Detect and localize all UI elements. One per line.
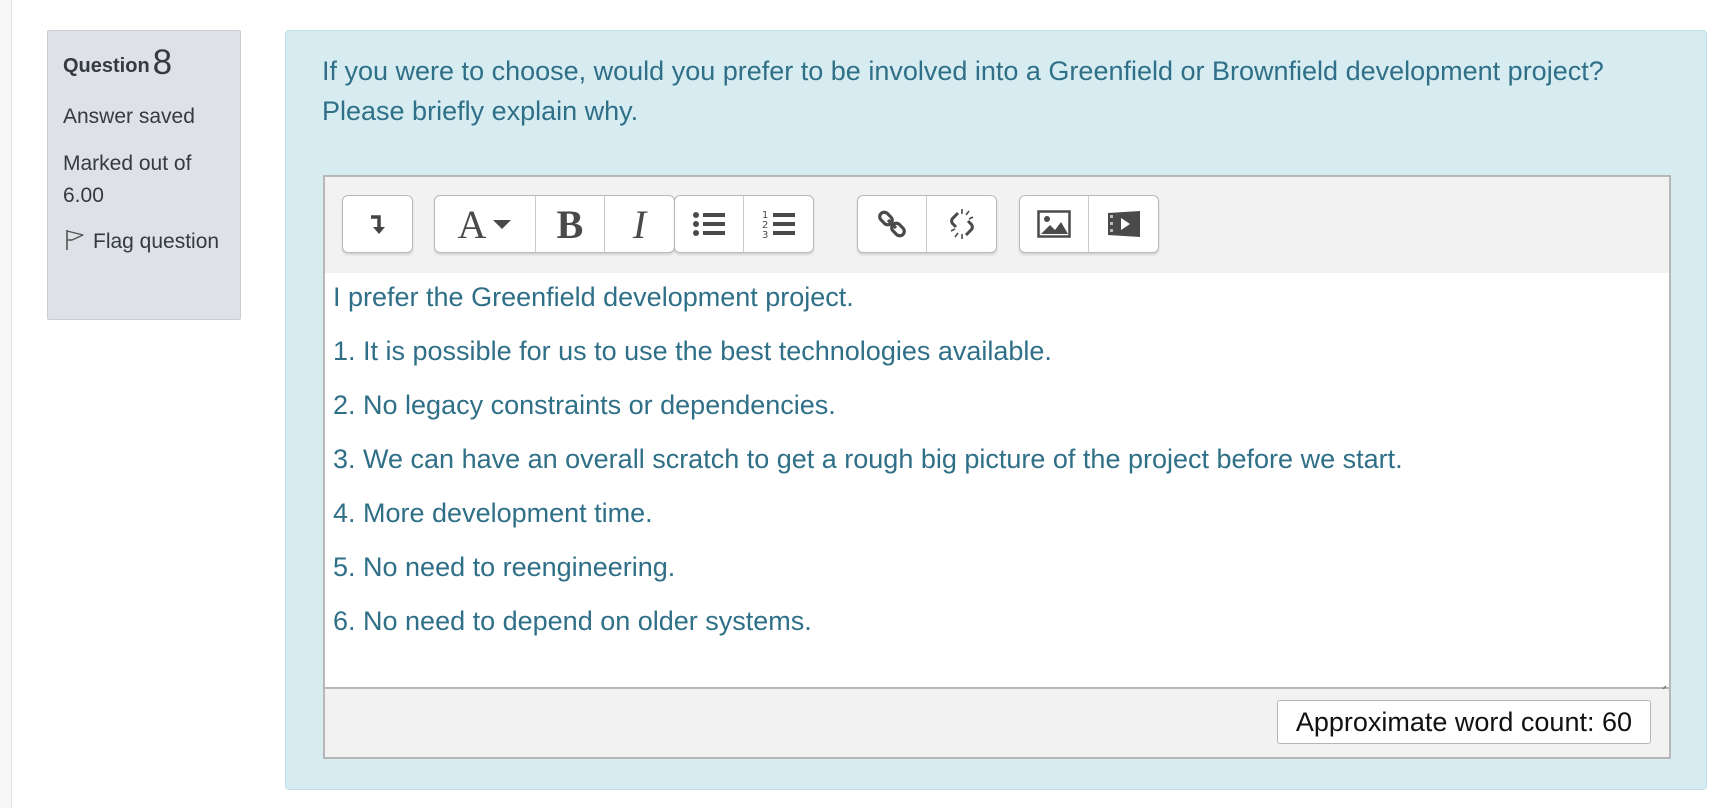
answer-editor: A B I 123 I prefer the Greenfield develo…: [323, 175, 1671, 759]
insert-media-button[interactable]: [1089, 196, 1158, 252]
left-rail: [0, 0, 12, 808]
link-button[interactable]: [858, 196, 927, 252]
answer-paragraph: 1. It is possible for us to use the best…: [333, 336, 1052, 366]
answer-paragraph: 2. No legacy constraints or dependencies…: [333, 390, 836, 420]
word-count: Approximate word count: 60: [1276, 700, 1651, 744]
collapse-icon: [367, 211, 389, 237]
media-icon: [1107, 210, 1141, 238]
font-style-dropdown-icon: A: [458, 201, 513, 248]
bold-button[interactable]: B: [536, 196, 605, 252]
unlink-button[interactable]: [927, 196, 996, 252]
unlink-icon: [945, 207, 979, 241]
editor-footer: Approximate word count: 60: [325, 689, 1669, 757]
ordered-list-icon: 123: [762, 209, 796, 239]
toolbar-group-style: A B I: [434, 195, 675, 253]
toolbar-group-links: [857, 195, 997, 253]
resize-handle-icon[interactable]: [1653, 671, 1667, 698]
answer-paragraph: 5. No need to reengineering.: [333, 552, 676, 582]
toolbar-group-media: [1019, 195, 1159, 253]
unordered-list-icon: [692, 210, 726, 238]
svg-text:3: 3: [762, 230, 768, 239]
answer-paragraph: 3. We can have an overall scratch to get…: [333, 444, 1403, 474]
question-number: Question8: [63, 45, 225, 84]
font-style-button[interactable]: A: [435, 196, 536, 252]
toolbar-group-lists: 123: [674, 195, 814, 253]
question-text: If you were to choose, would you prefer …: [322, 56, 1604, 126]
ordered-list-button[interactable]: 123: [744, 196, 813, 252]
editor-toolbar: A B I 123: [325, 177, 1669, 275]
image-icon: [1037, 210, 1071, 238]
flag-question-link[interactable]: Flag question: [63, 226, 225, 258]
collapse-toolbar-button[interactable]: [343, 196, 412, 252]
question-info-panel: Question8 Answer saved Marked out of 6.0…: [47, 30, 241, 320]
unordered-list-button[interactable]: [675, 196, 744, 252]
question-formulation: If you were to choose, would you prefer …: [285, 30, 1707, 790]
grade-info: Marked out of 6.00: [63, 152, 192, 207]
answer-paragraph: 4. More development time.: [333, 498, 653, 528]
answer-paragraph: 6. No need to depend on older systems.: [333, 606, 812, 636]
italic-button[interactable]: I: [605, 196, 674, 252]
answer-content-area[interactable]: I prefer the Greenfield development proj…: [325, 273, 1669, 698]
italic-icon: I: [632, 201, 647, 247]
question-label: Question: [63, 55, 150, 77]
bold-icon: B: [556, 201, 584, 247]
answer-paragraph: I prefer the Greenfield development proj…: [333, 282, 854, 312]
insert-image-button[interactable]: [1020, 196, 1089, 252]
answer-state: Answer saved: [63, 105, 195, 128]
link-icon: [876, 208, 908, 240]
toolbar-group-collapse: [342, 195, 413, 253]
flag-label: Flag question: [93, 230, 220, 253]
question-number-value: 8: [152, 43, 173, 82]
flag-icon: [63, 228, 87, 252]
